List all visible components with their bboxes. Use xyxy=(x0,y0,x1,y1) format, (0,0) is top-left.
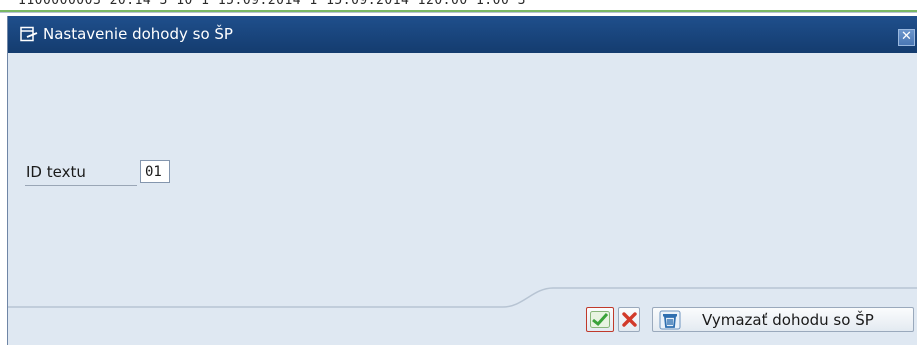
background-row-text: 1100000003 20.14 3 10 1 15.09.2014 1 15.… xyxy=(18,0,526,8)
background-row-border xyxy=(0,10,917,12)
checkmark-icon xyxy=(590,311,610,328)
delete-agreement-label: Vymazať dohodu so ŠP xyxy=(702,311,874,329)
confirm-button[interactable] xyxy=(586,307,614,332)
cancel-button[interactable] xyxy=(618,307,640,332)
dialog-titlebar[interactable]: Nastavenie dohody so ŠP ✕ xyxy=(8,16,917,53)
id-text-label: ID textu xyxy=(26,163,86,181)
delete-agreement-button[interactable]: Vymazať dohodu so ŠP xyxy=(652,307,914,332)
field-label-underline xyxy=(25,185,137,186)
edit-window-icon xyxy=(20,26,38,42)
dialog-content: ID textu 01 xyxy=(8,53,917,308)
trash-icon xyxy=(659,310,681,330)
close-button[interactable]: ✕ xyxy=(898,29,915,46)
id-text-input[interactable]: 01 xyxy=(140,160,170,183)
dialog-title: Nastavenie dohody so ŠP xyxy=(43,25,233,43)
cancel-x-icon xyxy=(622,312,637,327)
background-table-row: 1100000003 20.14 3 10 1 15.09.2014 1 15.… xyxy=(0,0,917,13)
close-icon: ✕ xyxy=(901,29,912,44)
dialog-window: Nastavenie dohody so ŠP ✕ ID textu 01 Vy… xyxy=(7,16,917,345)
